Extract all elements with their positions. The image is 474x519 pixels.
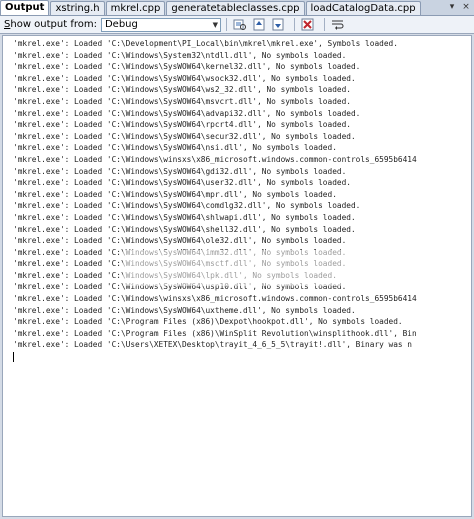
- output-line: 'mkrel.exe': Loaded 'C:\Windows\SysWOW64…: [13, 85, 351, 95]
- output-source-value: Debug: [104, 19, 138, 30]
- find-message-button[interactable]: [232, 18, 248, 32]
- output-line: 'mkrel.exe': Loaded 'C:\Windows\winsxs\x…: [13, 294, 417, 304]
- toolbar-separator: [225, 18, 227, 31]
- tab-mkrel-cpp[interactable]: mkrel.cpp: [105, 1, 166, 15]
- output-line: 'mkrel.exe': Loaded 'C:\Windows\SysWOW64…: [13, 178, 351, 188]
- output-line: 'mkrel.exe': Loaded 'C:\Windows\SysWOW64…: [13, 270, 337, 280]
- output-line: 'mkrel.exe': Loaded 'C:\Windows\SysWOW64…: [13, 108, 361, 118]
- output-line: 'mkrel.exe': Loaded 'C:\Windows\SysWOW64…: [13, 282, 347, 292]
- clear-all-icon: [301, 18, 314, 31]
- output-line: 'mkrel.exe': Loaded 'C:\Program Files (x…: [13, 317, 403, 327]
- previous-message-button[interactable]: [251, 18, 267, 32]
- output-line: 'mkrel.exe': Loaded 'C:\Windows\SysWOW64…: [13, 189, 337, 199]
- tab-generatetableclasses-cpp[interactable]: generatetableclasses.cpp: [166, 1, 305, 15]
- word-wrap-icon: [331, 20, 344, 30]
- tab-output[interactable]: Output: [0, 0, 50, 15]
- output-line: 'mkrel.exe': Loaded 'C:\Windows\System32…: [13, 50, 347, 60]
- tab-xstring-h[interactable]: xstring.h: [50, 1, 105, 15]
- output-text-area[interactable]: 'mkrel.exe': Loaded 'C:\Development\PI_L…: [2, 35, 472, 517]
- tab-list-dropdown-button[interactable]: ▾: [446, 1, 458, 13]
- close-tab-button[interactable]: ×: [460, 1, 472, 13]
- tab-loadcatalogdata-cpp[interactable]: loadCatalogData.cpp: [305, 1, 421, 15]
- output-line: 'mkrel.exe': Loaded 'C:\Windows\SysWOW64…: [13, 212, 356, 222]
- output-line: 'mkrel.exe': Loaded 'C:\Windows\SysWOW64…: [13, 166, 347, 176]
- output-line: 'mkrel.exe': Loaded 'C:\Windows\SysWOW64…: [13, 224, 356, 234]
- show-output-label: Show output from:: [4, 19, 97, 30]
- output-line: 'mkrel.exe': Loaded 'C:\Windows\SysWOW64…: [13, 143, 337, 153]
- output-line: 'mkrel.exe': Loaded 'C:\Development\PI_L…: [13, 39, 398, 48]
- toolbar-separator: [323, 18, 325, 31]
- output-line: 'mkrel.exe': Loaded 'C:\Windows\SysWOW64…: [13, 247, 347, 257]
- document-tab-bar: Output xstring.h mkrel.cpp generatetable…: [0, 0, 474, 16]
- show-output-text: how output from:: [10, 19, 97, 30]
- output-line: 'mkrel.exe': Loaded 'C:\Windows\SysWOW64…: [13, 131, 356, 141]
- output-line: 'mkrel.exe': Loaded 'C:\Program Files (x…: [13, 328, 417, 338]
- output-line: 'mkrel.exe': Loaded 'C:\Users\XETEX\Desk…: [13, 340, 413, 350]
- output-line: 'mkrel.exe': Loaded 'C:\Windows\winsxs\x…: [13, 154, 417, 164]
- output-line: 'mkrel.exe': Loaded 'C:\Windows\SysWOW64…: [13, 96, 351, 106]
- toolbar-separator: [293, 18, 295, 31]
- output-line: 'mkrel.exe': Loaded 'C:\Windows\SysWOW64…: [13, 236, 347, 246]
- next-message-icon: [272, 18, 284, 31]
- output-line: 'mkrel.exe': Loaded 'C:\Windows\SysWOW64…: [13, 259, 347, 269]
- output-line: 'mkrel.exe': Loaded 'C:\Windows\SysWOW64…: [13, 62, 361, 72]
- previous-message-icon: [253, 18, 265, 31]
- output-line: 'mkrel.exe': Loaded 'C:\Windows\SysWOW64…: [13, 201, 361, 211]
- output-line: 'mkrel.exe': Loaded 'C:\Windows\SysWOW64…: [13, 73, 356, 83]
- find-message-icon: [233, 19, 246, 30]
- output-source-select[interactable]: Debug ▼: [100, 17, 221, 32]
- output-lines: 'mkrel.exe': Loaded 'C:\Development\PI_L…: [13, 38, 417, 351]
- output-toolbar: Show output from: Debug ▼: [0, 16, 474, 34]
- output-line: 'mkrel.exe': Loaded 'C:\Windows\SysWOW64…: [13, 120, 351, 130]
- chevron-down-icon: ▼: [212, 20, 218, 29]
- window-controls: ▾ ×: [446, 1, 472, 13]
- output-line: 'mkrel.exe': Loaded 'C:\Windows\SysWOW64…: [13, 305, 356, 315]
- next-message-button[interactable]: [270, 18, 286, 32]
- text-caret: [13, 352, 14, 363]
- clear-all-button[interactable]: [300, 18, 316, 32]
- word-wrap-button[interactable]: [330, 18, 346, 32]
